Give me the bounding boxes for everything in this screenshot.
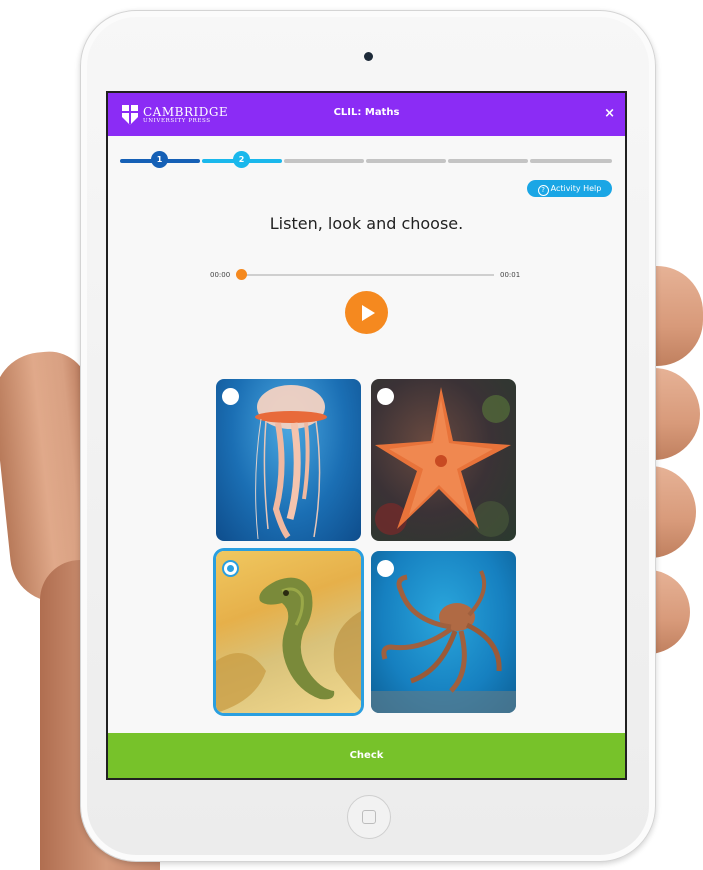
activity-help-button[interactable]: ? Activity Help bbox=[527, 180, 612, 197]
choice-radio[interactable] bbox=[222, 560, 239, 577]
check-button[interactable]: Check bbox=[108, 733, 625, 778]
audio-total-time: 00:01 bbox=[500, 271, 521, 279]
step-segment-3 bbox=[284, 159, 364, 163]
choice-card-jellyfish[interactable] bbox=[216, 379, 361, 541]
choice-card-octopus[interactable] bbox=[371, 551, 516, 713]
audio-progress-track[interactable] bbox=[240, 274, 494, 276]
starfish-image bbox=[375, 387, 511, 537]
activity-help-label: Activity Help bbox=[550, 184, 602, 193]
audio-scrubber-handle[interactable] bbox=[236, 269, 247, 280]
logo-sub-text: UNIVERSITY PRESS bbox=[143, 117, 211, 124]
choice-card-starfish[interactable] bbox=[371, 379, 516, 541]
step-segment-4 bbox=[366, 159, 446, 163]
instruction-text: Listen, look and choose. bbox=[269, 214, 464, 233]
camera-icon bbox=[364, 52, 373, 61]
choice-radio[interactable] bbox=[377, 560, 394, 577]
choice-card-seahorse[interactable] bbox=[216, 551, 361, 713]
app-screen: CAMBRIDGE UNIVERSITY PRESS CLIL: Maths ×… bbox=[108, 93, 625, 778]
close-button[interactable]: × bbox=[604, 106, 615, 121]
progress-steps: 1 2 bbox=[120, 151, 612, 168]
audio-current-time: 00:00 bbox=[210, 271, 231, 279]
play-button[interactable] bbox=[345, 291, 388, 334]
octopus-image bbox=[371, 570, 516, 713]
choice-radio[interactable] bbox=[222, 388, 239, 405]
step-segment-5 bbox=[448, 159, 528, 163]
app-header: CAMBRIDGE UNIVERSITY PRESS CLIL: Maths × bbox=[108, 93, 625, 136]
jellyfish-image bbox=[255, 385, 327, 540]
choice-radio[interactable] bbox=[377, 388, 394, 405]
seahorse-image bbox=[216, 577, 361, 713]
help-icon: ? bbox=[537, 185, 549, 196]
home-button[interactable] bbox=[347, 795, 391, 839]
step-2[interactable]: 2 bbox=[233, 151, 250, 168]
step-1[interactable]: 1 bbox=[151, 151, 168, 168]
page-title: CLIL: Maths bbox=[333, 107, 400, 118]
step-segment-6 bbox=[530, 159, 612, 163]
